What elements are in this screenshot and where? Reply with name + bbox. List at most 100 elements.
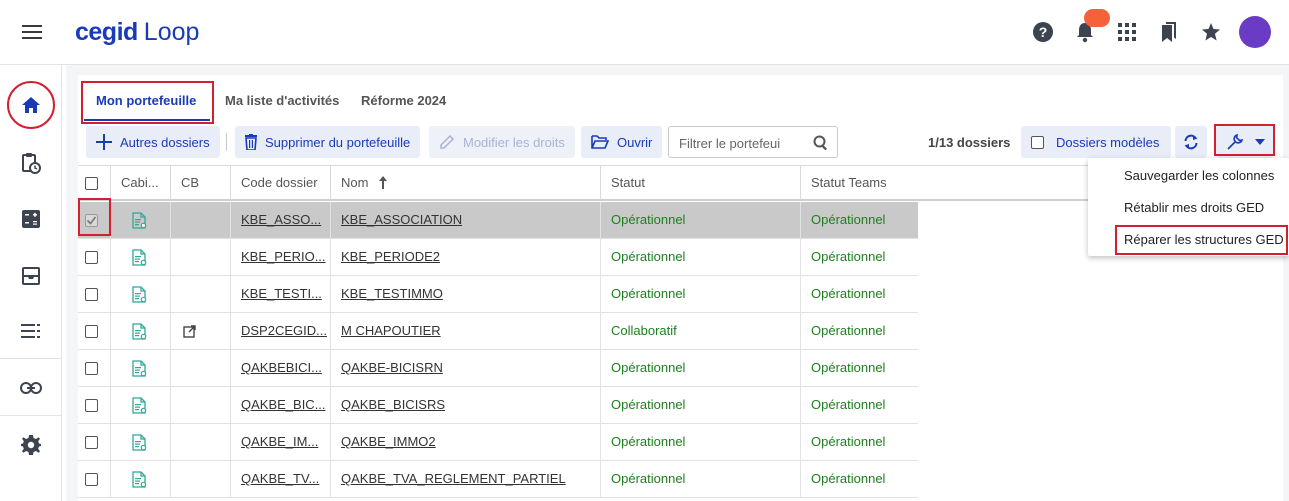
product-name: Loop xyxy=(143,18,200,46)
help-icon[interactable]: ? xyxy=(1027,16,1059,48)
other-files-button[interactable]: Autres dossiers xyxy=(86,126,220,158)
cabinet-cell xyxy=(110,387,170,423)
table-row[interactable]: DSP2CEGID... M CHAPOUTIER Collaboratif Opér… xyxy=(78,313,918,350)
home-icon xyxy=(22,97,40,113)
row-checkbox[interactable] xyxy=(85,324,98,338)
table-row[interactable]: KBE_ASSO... KBE_ASSOCIATION Opérationnel Op… xyxy=(78,202,918,239)
nom-cell: QAKBE_BICISRS xyxy=(330,387,600,423)
col-header-cabinet[interactable]: Cabi... xyxy=(110,166,170,200)
menu-restore-ged-rights[interactable]: Rétablir mes droits GED xyxy=(1088,193,1289,223)
nav-calculator[interactable] xyxy=(0,199,62,239)
nav-tasks[interactable] xyxy=(0,143,62,183)
row-checkbox[interactable] xyxy=(85,287,98,301)
model-files-toggle[interactable]: Dossiers modèles xyxy=(1021,126,1172,158)
code-link[interactable]: DSP2CEGID... xyxy=(241,323,327,338)
filter-input-box[interactable] xyxy=(668,126,838,158)
bookmarks-icon[interactable] xyxy=(1153,16,1185,48)
statut-teams-cell: Opérationnel xyxy=(800,202,918,238)
file-count: 1/13 dossiers xyxy=(928,135,1011,150)
row-checkbox[interactable] xyxy=(85,435,98,449)
row-select-cell xyxy=(78,313,110,349)
col-header-code[interactable]: Code dossier xyxy=(230,166,330,200)
code-link[interactable]: QAKBE_BIC... xyxy=(241,397,326,412)
edit-rights-button[interactable]: Modifier les droits xyxy=(429,126,575,158)
tools-highlight-box xyxy=(1214,124,1275,156)
inbox-icon xyxy=(22,267,40,285)
document-icon[interactable] xyxy=(131,322,147,340)
cabinet-cell xyxy=(110,313,170,349)
cabinet-cell xyxy=(110,350,170,386)
table-row[interactable]: KBE_TESTI... KBE_TESTIMMO Opérationnel Opér… xyxy=(78,276,918,313)
star-icon[interactable] xyxy=(1195,16,1227,48)
code-link[interactable]: KBE_PERIO... xyxy=(241,249,326,264)
table-row[interactable]: QAKBE_BIC... QAKBE_BICISRS Opérationnel Opé… xyxy=(78,387,918,424)
content-area: Mon portefeuille Ma liste d'activités Ré… xyxy=(66,65,1289,501)
statut-teams-cell: Opérationnel xyxy=(800,387,918,423)
search-icon[interactable] xyxy=(813,135,829,154)
statut-teams-cell: Opérationnel xyxy=(800,424,918,460)
tab-ma-liste-activites[interactable]: Ma liste d'activités xyxy=(225,93,339,108)
nav-list[interactable] xyxy=(0,311,62,351)
nom-link[interactable]: QAKBE_IMMO2 xyxy=(341,434,436,449)
tab-reforme-2024[interactable]: Réforme 2024 xyxy=(361,93,446,108)
document-icon[interactable] xyxy=(131,470,147,488)
bell-icon[interactable] xyxy=(1069,9,1110,48)
app-logo[interactable]: cegid Loop xyxy=(75,17,199,47)
select-all-checkbox[interactable] xyxy=(85,177,98,191)
cb-cell xyxy=(170,461,230,497)
col-header-nom[interactable]: Nom xyxy=(330,166,600,200)
col-header-statut[interactable]: Statut xyxy=(600,166,800,200)
nav-inbox[interactable] xyxy=(0,256,62,296)
model-files-checkbox[interactable] xyxy=(1031,135,1044,149)
code-link[interactable]: QAKBEBICI... xyxy=(241,360,322,375)
apps-grid-icon[interactable] xyxy=(1111,16,1143,48)
code-link[interactable]: QAKBE_IM... xyxy=(241,434,318,449)
toolbar: Autres dossiers Supprimer du portefeuill… xyxy=(78,124,1283,159)
row-checkbox[interactable] xyxy=(85,361,98,375)
table-row[interactable]: QAKBE_TV... QAKBE_TVA_REGLEMENT_PARTIEL Op… xyxy=(78,461,918,498)
nom-link[interactable]: KBE_PERIODE2 xyxy=(341,249,440,264)
nav-links[interactable] xyxy=(0,368,62,408)
row-checkbox[interactable] xyxy=(85,398,98,412)
document-icon[interactable] xyxy=(131,396,147,414)
statut-cell: Opérationnel xyxy=(600,276,800,312)
menu-save-columns[interactable]: Sauvegarder les colonnes xyxy=(1088,161,1289,191)
document-icon[interactable] xyxy=(131,248,147,266)
col-header-cb[interactable]: CB xyxy=(170,166,230,200)
refresh-button[interactable] xyxy=(1175,126,1207,158)
nom-link[interactable]: KBE_TESTIMMO xyxy=(341,286,443,301)
nav-settings[interactable] xyxy=(0,425,62,465)
nom-link[interactable]: QAKBE_TVA_REGLEMENT_PARTIEL xyxy=(341,471,566,486)
nom-link[interactable]: M CHAPOUTIER xyxy=(341,323,441,338)
row-checkbox-highlight-box xyxy=(78,198,111,236)
nom-link[interactable]: QAKBE-BICISRN xyxy=(341,360,443,375)
code-link[interactable]: KBE_TESTI... xyxy=(241,286,322,301)
table-row[interactable]: KBE_PERIO... KBE_PERIODE2 Opérationnel Opér… xyxy=(78,239,918,276)
row-checkbox[interactable] xyxy=(85,472,98,486)
nom-link[interactable]: KBE_ASSOCIATION xyxy=(341,212,462,227)
external-link-icon[interactable] xyxy=(183,324,196,338)
hamburger-menu-icon[interactable] xyxy=(22,24,42,40)
left-nav xyxy=(0,65,62,501)
statut-teams-cell: Opérationnel xyxy=(800,461,918,497)
statut-teams-cell: Opérationnel xyxy=(800,276,918,312)
document-icon[interactable] xyxy=(131,285,147,303)
row-checkbox[interactable] xyxy=(85,250,98,264)
cb-cell xyxy=(170,202,230,238)
col-header-statut-teams[interactable]: Statut Teams xyxy=(800,166,1100,200)
filter-input[interactable] xyxy=(679,134,809,152)
statut-cell: Opérationnel xyxy=(600,350,800,386)
folder-open-icon xyxy=(591,135,609,149)
open-button[interactable]: Ouvrir xyxy=(581,126,663,158)
code-link[interactable]: QAKBE_TV... xyxy=(241,471,319,486)
table-row[interactable]: QAKBE_IM... QAKBE_IMMO2 Opérationnel Opérat… xyxy=(78,424,918,461)
nom-link[interactable]: QAKBE_BICISRS xyxy=(341,397,445,412)
avatar[interactable] xyxy=(1239,16,1271,48)
table-row[interactable]: QAKBEBICI... QAKBE-BICISRN Opérationnel Opé… xyxy=(78,350,918,387)
document-icon[interactable] xyxy=(131,211,147,229)
document-icon[interactable] xyxy=(131,433,147,451)
code-link[interactable]: KBE_ASSO... xyxy=(241,212,321,227)
remove-from-portfolio-button[interactable]: Supprimer du portefeuille xyxy=(235,126,421,158)
document-icon[interactable] xyxy=(131,359,147,377)
nav-home[interactable] xyxy=(0,85,62,125)
